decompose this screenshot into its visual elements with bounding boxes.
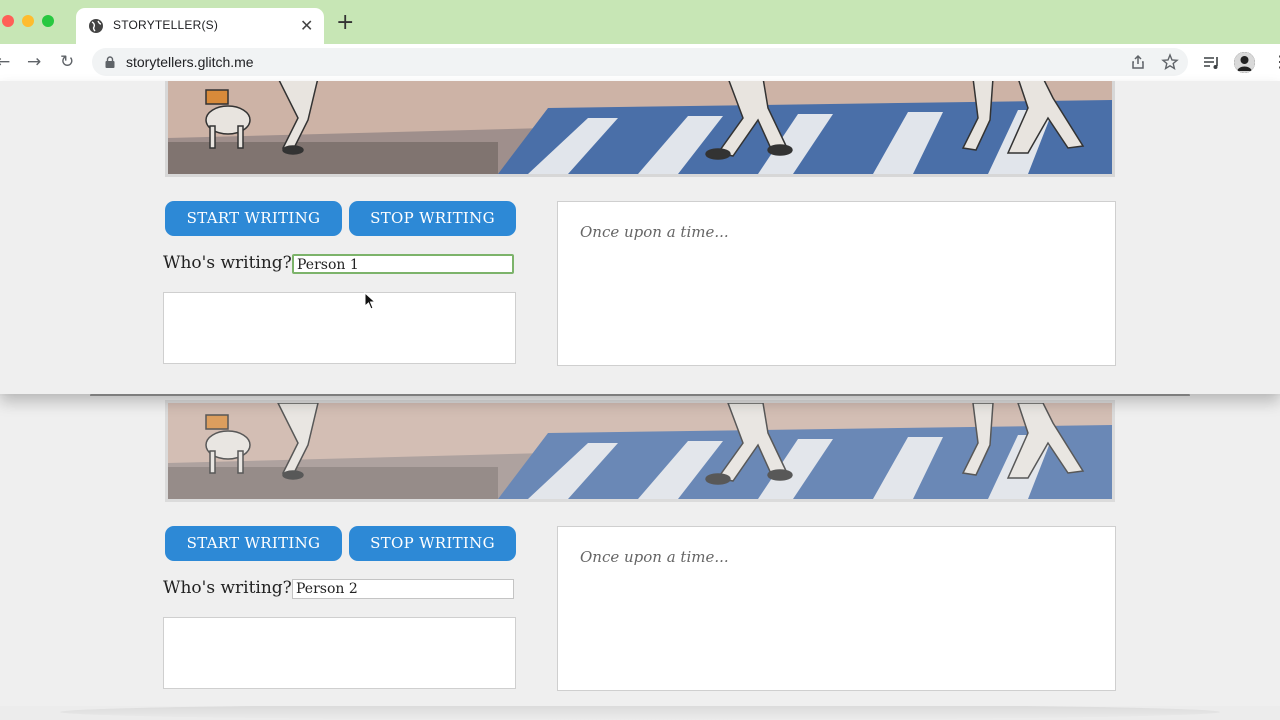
globe-icon [89,19,103,33]
app-window-1: START WRITING STOP WRITING Who's writing… [0,81,1280,394]
whos-writing-label: Who's writing? [163,253,292,273]
story-placeholder: Once upon a time... [580,548,729,566]
forward-button[interactable]: → [27,53,41,71]
close-tab-icon[interactable]: ✕ [300,17,313,35]
share-icon[interactable] [1129,53,1147,71]
minimize-window-button[interactable] [22,15,34,27]
writer-name-input[interactable]: Person 2 [292,579,514,599]
lock-icon [105,56,115,68]
media-control-icon[interactable] [1202,53,1222,73]
close-window-button[interactable] [2,15,14,27]
crosswalk-illustration [168,403,1112,499]
tab-storytellers[interactable]: STORYTELLER(S) ✕ [76,8,324,44]
writer-name-input[interactable]: Person 1 [292,254,514,274]
browser-toolbar: ← → ↻ storytellers.glitch.me ⋮ [0,44,1280,81]
story-placeholder: Once upon a time... [580,223,729,241]
tab-title: STORYTELLER(S) [113,18,219,32]
back-button[interactable]: ← [0,53,10,71]
avatar[interactable] [1234,52,1255,73]
start-writing-button[interactable]: START WRITING [165,526,342,561]
browser-menu-button[interactable]: ⋮ [1272,54,1280,70]
window-2-shadow [60,704,1220,720]
writer-notes-box[interactable] [163,292,516,364]
reload-button[interactable]: ↻ [60,53,74,71]
whos-writing-label: Who's writing? [163,578,292,598]
story-text-area[interactable]: Once upon a time... [557,201,1116,366]
start-writing-button[interactable]: START WRITING [165,201,342,236]
stop-writing-button[interactable]: STOP WRITING [349,201,516,236]
crosswalk-illustration [168,81,1112,174]
crosswalk-banner-image [165,400,1115,502]
profile-icon [1234,52,1255,73]
stop-writing-button[interactable]: STOP WRITING [349,526,516,561]
address-bar[interactable]: storytellers.glitch.me [92,48,1188,76]
crosswalk-banner-image [165,81,1115,177]
story-text-area[interactable]: Once upon a time... [557,526,1116,691]
url-text[interactable]: storytellers.glitch.me [126,54,254,70]
writer-notes-box[interactable] [163,617,516,689]
star-icon[interactable] [1161,53,1179,71]
new-tab-button[interactable]: + [336,12,354,34]
mouse-pointer-icon [364,292,376,310]
app-window-2: START WRITING STOP WRITING Who's writing… [0,396,1280,706]
zoom-window-button[interactable] [42,15,54,27]
tab-strip: STORYTELLER(S) ✕ + [0,0,1280,44]
